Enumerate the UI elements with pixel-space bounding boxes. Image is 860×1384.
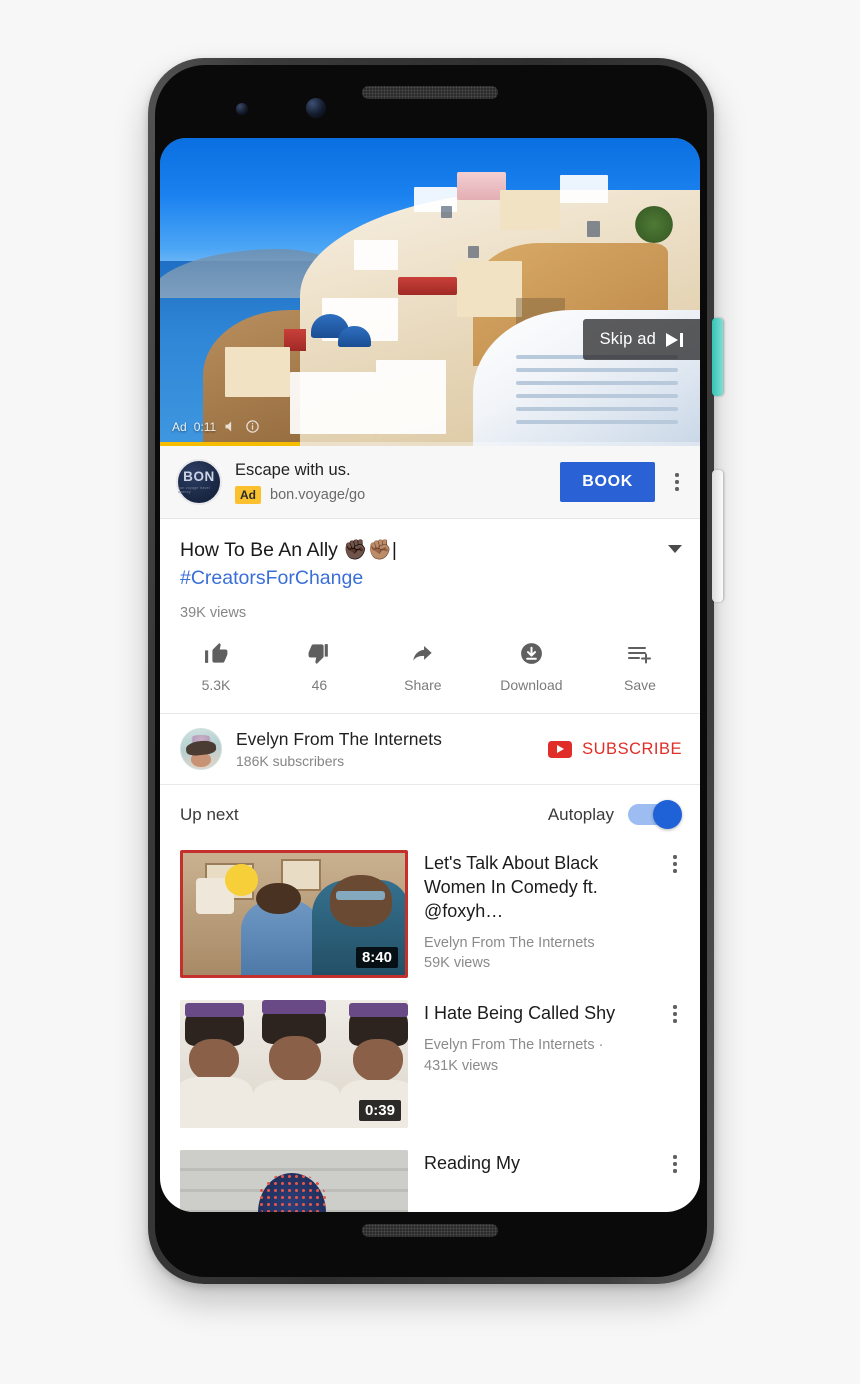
- front-camera-icon: [306, 98, 326, 118]
- skip-next-icon: [666, 332, 683, 347]
- subscriber-count: 186K subscribers: [236, 753, 345, 770]
- ad-companion-banner[interactable]: BON bon voyage travel agency Escape with…: [160, 446, 700, 519]
- save-button[interactable]: Save: [614, 640, 666, 693]
- video-info: Reading My: [424, 1150, 650, 1176]
- skip-ad-label: Skip ad: [599, 330, 656, 348]
- up-next-label: Up next: [180, 804, 239, 824]
- ad-progress-bar[interactable]: [160, 442, 700, 446]
- ad-overlay-controls[interactable]: Ad 0:11: [172, 419, 260, 434]
- thumbs-up-icon: [204, 640, 229, 666]
- video-thumbnail[interactable]: [180, 1150, 408, 1212]
- video-overflow-menu-icon[interactable]: [666, 1155, 684, 1173]
- video-action-bar: 5.3K 46 Share Download Save: [160, 621, 700, 715]
- video-thumbnail[interactable]: 8:40: [180, 850, 408, 979]
- earpiece-speaker-grille: [362, 86, 498, 99]
- subscribe-button[interactable]: SUBSCRIBE: [548, 740, 686, 759]
- info-circle-icon[interactable]: [245, 419, 260, 434]
- download-circle-icon: [519, 640, 544, 666]
- list-item[interactable]: Reading My: [160, 1142, 700, 1212]
- video-overflow-menu-icon[interactable]: [666, 1005, 684, 1023]
- thumbs-down-icon: [307, 640, 332, 666]
- dislike-button[interactable]: 46: [293, 640, 345, 693]
- chevron-down-icon[interactable]: [668, 545, 682, 553]
- video-info: Let's Talk About Black Women In Comedy f…: [424, 850, 650, 973]
- channel-avatar[interactable]: [180, 728, 222, 771]
- list-item[interactable]: 0:39 I Hate Being Called Shy Evelyn From…: [160, 992, 700, 1142]
- video-channel: Evelyn From The Internets ·: [424, 1037, 604, 1054]
- save-playlist-icon: [627, 640, 653, 666]
- advertiser-logo-icon: BON bon voyage travel agency: [176, 459, 222, 505]
- video-thumbnail[interactable]: 0:39: [180, 1000, 408, 1129]
- advertiser-logo-text: BON: [183, 469, 215, 485]
- up-next-header: Up next Autoplay: [160, 785, 700, 842]
- ad-display-url[interactable]: bon.voyage/go: [270, 487, 365, 503]
- ad-time-remaining: 0:11: [193, 419, 217, 434]
- autoplay-toggle[interactable]: [628, 800, 682, 830]
- share-arrow-icon: [410, 640, 436, 666]
- video-overflow-menu-icon[interactable]: [666, 855, 684, 873]
- ad-banner-text-block: Escape with us. Ad bon.voyage/go: [235, 460, 547, 504]
- video-title: How To Be An Ally ✊🏿✊🏽| #CreatorsForChan…: [180, 537, 658, 592]
- ad-video-frame: [160, 138, 700, 446]
- dislike-count: 46: [311, 677, 328, 694]
- video-title: Let's Talk About Black Women In Comedy f…: [424, 853, 599, 922]
- video-title: I Hate Being Called Shy: [424, 1003, 616, 1024]
- title-row[interactable]: How To Be An Ally ✊🏿✊🏽| #CreatorsForChan…: [180, 537, 682, 592]
- download-button[interactable]: Download: [500, 640, 563, 694]
- share-button[interactable]: Share: [397, 640, 449, 693]
- video-channel: Evelyn From The Internets: [424, 935, 595, 952]
- power-button[interactable]: [712, 318, 723, 396]
- autoplay-label: Autoplay: [547, 804, 614, 824]
- volume-rocker-button[interactable]: [712, 470, 723, 602]
- ad-badge-label: Ad: [172, 419, 187, 434]
- list-item[interactable]: 8:40 Let's Talk About Black Women In Com…: [160, 842, 700, 992]
- video-title-hashtag[interactable]: #CreatorsForChange: [180, 567, 363, 589]
- download-label: Download: [500, 677, 563, 694]
- video-metadata-section: How To Be An Ally ✊🏿✊🏽| #CreatorsForChan…: [160, 519, 700, 621]
- video-views: 59K views: [424, 955, 491, 972]
- proximity-sensor-icon: [236, 103, 248, 115]
- channel-text-block: Evelyn From The Internets 186K subscribe…: [236, 729, 534, 769]
- view-count: 39K views: [180, 605, 247, 622]
- like-count: 5.3K: [201, 677, 231, 694]
- video-views: 431K views: [424, 1057, 499, 1074]
- video-title-main: How To Be An Ally ✊🏿✊🏽|: [180, 539, 397, 561]
- skip-ad-button[interactable]: Skip ad: [582, 319, 700, 360]
- channel-row[interactable]: Evelyn From The Internets 186K subscribe…: [160, 714, 700, 786]
- video-duration: 0:39: [358, 1100, 401, 1122]
- like-button[interactable]: 5.3K: [190, 640, 242, 693]
- video-title: Reading My: [424, 1153, 521, 1174]
- save-label: Save: [623, 677, 656, 694]
- video-duration: 8:40: [355, 947, 398, 969]
- ad-url-row: Ad bon.voyage/go: [235, 485, 547, 504]
- phone-screen: Skip ad Ad 0:11 BON bon voyage travel ag: [160, 138, 700, 1212]
- video-info: I Hate Being Called Shy Evelyn From The …: [424, 1000, 650, 1076]
- youtube-play-icon: [548, 740, 573, 758]
- ad-label-badge: Ad: [235, 485, 261, 504]
- ad-progress-fill: [160, 442, 301, 446]
- ad-overflow-menu-icon[interactable]: [668, 473, 686, 491]
- volume-icon[interactable]: [223, 419, 238, 434]
- channel-name: Evelyn From The Internets: [236, 729, 442, 750]
- autoplay-group[interactable]: Autoplay: [547, 800, 682, 830]
- ad-headline: Escape with us.: [235, 461, 351, 480]
- subscribe-label: SUBSCRIBE: [582, 739, 682, 758]
- ad-cta-book-button[interactable]: BOOK: [560, 462, 655, 502]
- advertiser-logo-tagline: bon voyage travel agency: [178, 485, 210, 494]
- video-player[interactable]: Skip ad Ad 0:11: [160, 138, 700, 446]
- toggle-knob: [653, 800, 682, 830]
- share-label: Share: [404, 677, 442, 694]
- bottom-speaker-grille: [362, 1224, 498, 1237]
